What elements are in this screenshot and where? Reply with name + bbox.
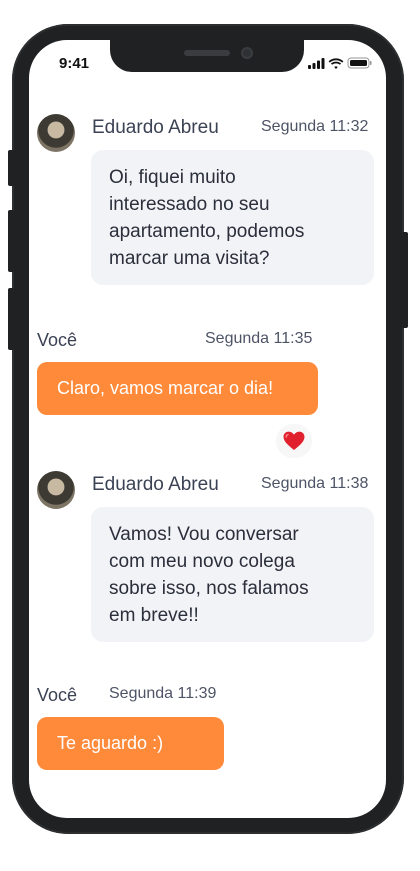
sender-name: Você bbox=[37, 685, 78, 705]
message-line: Vamos! Vou conversar bbox=[109, 524, 299, 545]
incoming-message-bubble[interactable]: Oi, fiquei muito interessado no seu apar… bbox=[91, 150, 374, 285]
outgoing-message-bubble[interactable]: Te aguardo :) bbox=[37, 717, 224, 770]
message-line: apartamento, podemos bbox=[109, 221, 305, 242]
silent-switch bbox=[8, 150, 14, 186]
message-time: Segunda 11:39 bbox=[109, 685, 217, 702]
message-line: sobre isso, nos falamos bbox=[109, 578, 309, 599]
outgoing-message-bubble[interactable]: Claro, vamos marcar o dia! bbox=[37, 362, 318, 415]
message-line: marcar uma visita? bbox=[109, 248, 270, 269]
battery-icon bbox=[347, 57, 372, 69]
camera-lens bbox=[241, 47, 253, 59]
sender-name: Você bbox=[37, 330, 78, 350]
message-time: Segunda 11:38 bbox=[261, 475, 369, 492]
sender-name: Eduardo Abreu bbox=[92, 117, 219, 138]
message-time: Segunda 11:32 bbox=[261, 118, 369, 135]
avatar[interactable] bbox=[37, 471, 75, 509]
heart-icon bbox=[283, 431, 305, 450]
status-icons bbox=[308, 57, 372, 69]
reaction-badge[interactable] bbox=[276, 424, 312, 458]
sender-name: Eduardo Abreu bbox=[92, 474, 219, 495]
message-line: com meu novo colega bbox=[109, 551, 295, 572]
message-time: Segunda 11:35 bbox=[205, 330, 313, 347]
power-button bbox=[402, 232, 408, 328]
incoming-message-bubble[interactable]: Vamos! Vou conversar com meu novo colega… bbox=[91, 507, 374, 642]
status-time: 9:41 bbox=[59, 55, 90, 72]
signal-icon bbox=[308, 58, 325, 69]
avatar[interactable] bbox=[37, 114, 75, 152]
speaker-grille bbox=[184, 50, 230, 56]
volume-up-button bbox=[8, 210, 14, 272]
message-line: em breve!! bbox=[109, 605, 199, 626]
wifi-icon bbox=[328, 58, 344, 69]
notch bbox=[110, 40, 304, 72]
message-line: Oi, fiquei muito bbox=[109, 167, 236, 188]
volume-down-button bbox=[8, 288, 14, 350]
message-line: interessado no seu bbox=[109, 194, 270, 215]
